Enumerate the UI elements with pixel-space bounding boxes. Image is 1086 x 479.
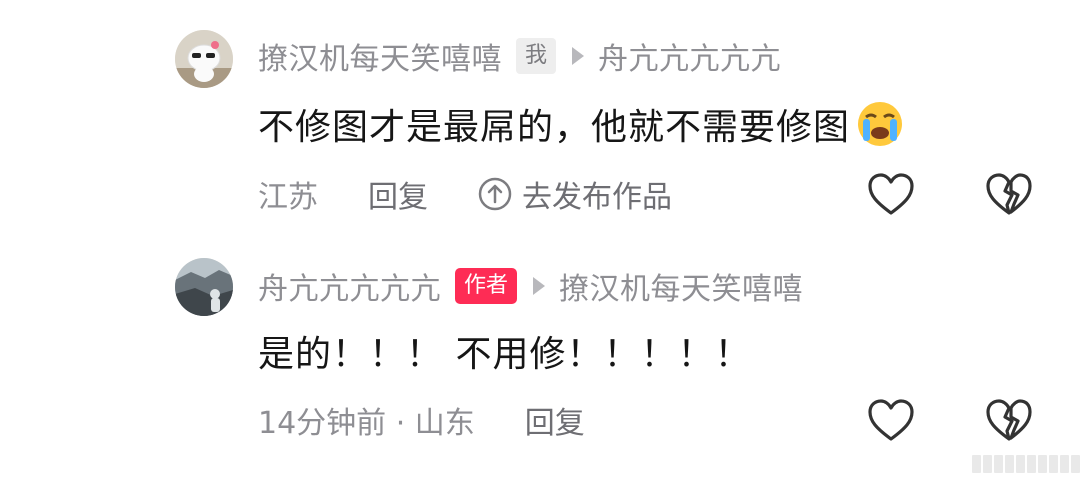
avatar[interactable] [175, 30, 233, 88]
comment-item: 撩汉机每天笑嘻嘻 我 舟亢亢亢亢亢 不修图才是最屌的，他就不需要修图 江苏 回复… [0, 0, 1086, 240]
comment-text: 不修图才是最屌的，他就不需要修图 [258, 98, 908, 150]
location: 江苏 [258, 180, 318, 215]
crying-face-emoji-icon [858, 102, 903, 146]
landscape-avatar-icon [175, 258, 233, 316]
watermark-glyph [1038, 455, 1047, 473]
watermark-glyph [1005, 455, 1014, 473]
reply-to-username[interactable]: 舟亢亢亢亢亢 [598, 34, 781, 78]
time-location: 14分钟前 · 山东 [258, 406, 475, 441]
reply-button[interactable]: 回复 [368, 172, 428, 216]
comment-text-content: 是的！！！ 不用修！！！！！ [258, 334, 752, 375]
dislike-broken-heart-icon[interactable] [984, 397, 1034, 443]
username[interactable]: 舟亢亢亢亢亢 [258, 264, 441, 308]
watermark-glyph [994, 455, 1003, 473]
watermark [972, 455, 1080, 473]
comment-text: 是的！！！ 不用修！！！！！ [258, 325, 751, 377]
username[interactable]: 撩汉机每天笑嘻嘻 [258, 34, 502, 78]
like-heart-icon[interactable] [866, 397, 916, 443]
comment-actions: 江苏 回复 去发布作品 [258, 172, 672, 216]
watermark-glyph [972, 455, 981, 473]
watermark-glyph [1071, 455, 1080, 473]
watermark-glyph [983, 455, 992, 473]
reply-to-username[interactable]: 撩汉机每天笑嘻嘻 [559, 264, 803, 308]
dislike-broken-heart-icon[interactable] [984, 171, 1034, 217]
watermark-glyph [1016, 455, 1025, 473]
arrow-up-circle-icon [478, 177, 512, 211]
watermark-glyph [1060, 455, 1069, 473]
author-tag: 作者 [455, 268, 518, 304]
comment-item: 舟亢亢亢亢亢 作者 撩汉机每天笑嘻嘻 是的！！！ 不用修！！！！！ 14分钟前 … [0, 240, 1086, 479]
avatar[interactable] [175, 258, 233, 316]
comment-meta: 撩汉机每天笑嘻嘻 我 舟亢亢亢亢亢 [258, 34, 781, 78]
reply-arrow-icon [572, 47, 585, 65]
watermark-glyph [1027, 455, 1036, 473]
watermark-glyph [1049, 455, 1058, 473]
comment-actions: 14分钟前 · 山东 回复 [258, 398, 585, 442]
go-publish-button[interactable]: 去发布作品 [478, 172, 672, 216]
reply-button[interactable]: 回复 [525, 398, 585, 442]
like-heart-icon[interactable] [866, 171, 916, 217]
reply-arrow-icon [533, 277, 546, 295]
me-tag: 我 [516, 38, 557, 74]
cat-avatar-icon [175, 30, 233, 88]
comment-text-content: 不修图才是最屌的，他就不需要修图 [258, 107, 851, 148]
go-publish-label: 去发布作品 [522, 180, 672, 215]
comment-meta: 舟亢亢亢亢亢 作者 撩汉机每天笑嘻嘻 [258, 264, 803, 308]
